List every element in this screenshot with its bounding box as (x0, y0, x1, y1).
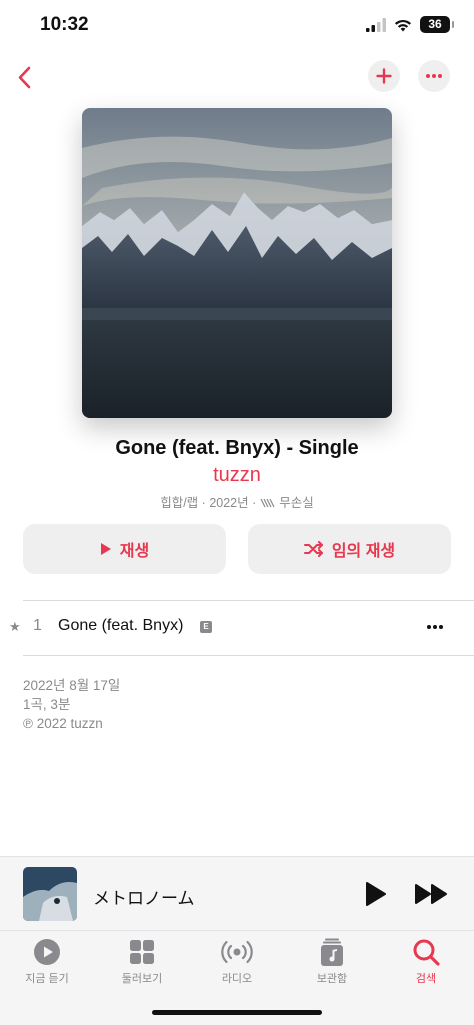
plus-icon (376, 68, 392, 84)
search-icon (413, 939, 440, 966)
track-more-icon[interactable] (426, 624, 444, 630)
now-playing-artwork (23, 867, 77, 921)
meta-separator: · (201, 496, 206, 510)
play-icon[interactable] (364, 881, 388, 907)
tab-label: 보관함 (316, 973, 348, 985)
divider (23, 655, 474, 656)
ellipsis-icon (426, 74, 442, 78)
back-button[interactable] (10, 58, 46, 96)
album-title: Gone (feat. Bnyx) - Single (115, 437, 359, 459)
status-icons: 36 (366, 16, 454, 33)
mini-player[interactable]: メトロノーム (0, 856, 474, 930)
album-info: 2022년 8월 17일 1곡, 3분 ℗ 2022 tuzzn (23, 676, 120, 733)
shuffle-button-label: 임의 재생 (331, 543, 396, 560)
popular-star-icon: ★ (9, 619, 21, 634)
wifi-icon (395, 19, 411, 31)
add-button[interactable] (368, 60, 400, 92)
album-meta: 힙합/랩 · 2022년 · 무손실 (0, 492, 474, 511)
play-icon (100, 543, 111, 555)
library-icon (321, 938, 343, 966)
album-genre: 힙합/랩 (160, 496, 199, 510)
album-year: 2022년 (209, 496, 249, 510)
status-time: 10:32 (40, 14, 89, 35)
track-number: 1 (33, 617, 42, 634)
signal-icon (366, 17, 386, 32)
artist-link[interactable]: tuzzn (0, 464, 474, 487)
track-summary: 1곡, 3분 (23, 697, 71, 712)
play-circle-icon (34, 939, 60, 965)
divider (23, 600, 474, 601)
album-artwork (82, 108, 392, 418)
copyright: ℗ 2022 tuzzn (23, 716, 103, 731)
lossless-icon (260, 498, 275, 508)
tab-library[interactable]: 보관함 (292, 937, 372, 986)
tab-label: 검색 (415, 973, 437, 985)
battery-icon: 36 (420, 16, 454, 33)
shuffle-button[interactable]: 임의 재생 (248, 524, 451, 574)
release-date: 2022년 8월 17일 (23, 678, 121, 693)
now-playing-title: メトロノーム (93, 889, 195, 908)
more-button[interactable] (418, 60, 450, 92)
tab-radio[interactable]: 라디오 (197, 937, 277, 986)
tab-browse[interactable]: 둘러보기 (102, 937, 182, 986)
shuffle-icon (303, 541, 323, 557)
track-title: Gone (feat. Bnyx) (58, 617, 184, 634)
status-bar: 10:32 36 (0, 0, 474, 52)
tab-label: 지금 듣기 (25, 973, 69, 985)
lossless-label: 무손실 (279, 496, 314, 510)
forward-icon[interactable] (414, 881, 450, 907)
nav-bar (0, 56, 474, 100)
meta-separator: · (252, 496, 257, 510)
play-button-label: 재생 (119, 543, 150, 560)
play-button[interactable]: 재생 (23, 524, 226, 574)
chevron-left-icon (18, 66, 31, 89)
explicit-badge: E (200, 621, 212, 633)
radio-icon (221, 940, 253, 964)
tab-label: 둘러보기 (121, 973, 163, 985)
home-indicator (152, 1010, 322, 1015)
track-row[interactable]: ★ 1 Gone (feat. Bnyx) E (0, 604, 474, 654)
tab-label: 라디오 (221, 973, 253, 985)
tab-search[interactable]: 검색 (386, 937, 466, 986)
grid-icon (130, 940, 154, 964)
tab-listen-now[interactable]: 지금 듣기 (7, 937, 87, 986)
